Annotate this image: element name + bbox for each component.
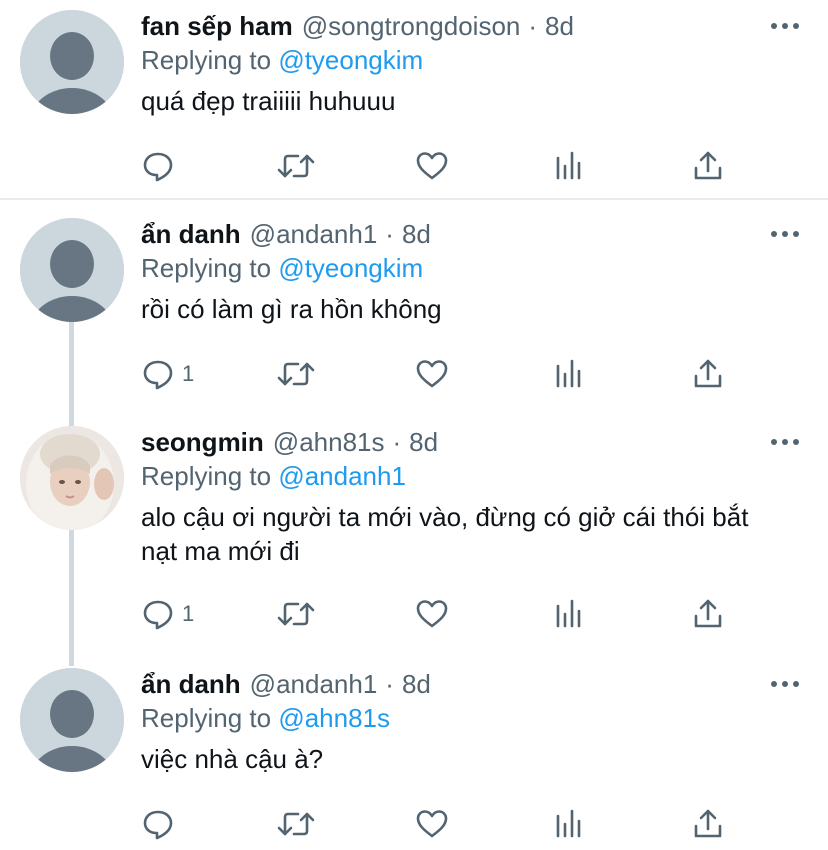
analytics-icon	[556, 599, 581, 628]
retweet-icon	[277, 154, 315, 178]
like-button[interactable]	[414, 356, 450, 392]
analytics-button[interactable]	[552, 806, 584, 842]
separator-dot: ·	[528, 11, 538, 41]
reply-button[interactable]	[140, 148, 182, 184]
tweet[interactable]: ẩn danh @andanh1 · 8d Replying to @ahn81…	[0, 666, 828, 850]
tweet-header: fan sếp ham @songtrongdoison · 8d	[141, 8, 574, 44]
avatar-photo[interactable]	[20, 426, 124, 530]
tweet-text: alo cậu ơi người ta mới vào, đừng có giở…	[141, 502, 749, 566]
like-icon	[416, 810, 448, 838]
replying-to-label: Replying to	[141, 461, 272, 491]
share-button[interactable]	[690, 806, 726, 842]
tweet-actions: 1	[140, 596, 740, 632]
more-icon[interactable]	[770, 22, 800, 30]
share-icon	[694, 809, 722, 838]
retweet-button[interactable]	[276, 356, 316, 392]
analytics-button[interactable]	[552, 356, 584, 392]
replying-to-label: Replying to	[141, 703, 272, 733]
tweet-text: việc nhà cậu à?	[141, 744, 324, 774]
reply-button[interactable]: 1	[140, 356, 194, 392]
analytics-icon	[556, 809, 581, 838]
like-icon	[416, 152, 448, 180]
replying-to-line: Replying to @andanh1	[141, 458, 406, 494]
like-icon	[416, 360, 448, 388]
user-handle[interactable]: @ahn81s	[273, 424, 385, 460]
replying-to-line: Replying to @tyeongkim	[141, 42, 423, 78]
share-icon	[694, 359, 722, 388]
like-button[interactable]	[414, 806, 450, 842]
display-name[interactable]: seongmin	[141, 424, 264, 460]
mention-link[interactable]: @andanh1	[278, 461, 406, 491]
tweet-header: ẩn danh @andanh1 · 8d	[141, 666, 431, 702]
display-name[interactable]: ẩn danh	[141, 666, 241, 702]
mention-link[interactable]: @ahn81s	[278, 703, 390, 733]
more-icon[interactable]	[770, 230, 800, 238]
like-icon	[416, 600, 448, 628]
timestamp[interactable]: 8d	[402, 666, 431, 702]
reply-count: 1	[182, 601, 195, 626]
timestamp[interactable]: 8d	[545, 8, 574, 44]
more-icon[interactable]	[770, 438, 800, 446]
user-handle[interactable]: @songtrongdoison	[302, 8, 521, 44]
replying-to-label: Replying to	[141, 45, 272, 75]
replying-to-line: Replying to @tyeongkim	[141, 250, 423, 286]
reply-icon	[143, 600, 173, 630]
like-button[interactable]	[414, 148, 450, 184]
share-button[interactable]	[690, 356, 726, 392]
like-button[interactable]	[414, 596, 450, 632]
reply-icon	[143, 152, 173, 182]
tweet[interactable]: fan sếp ham @songtrongdoison · 8d Replyi…	[0, 8, 828, 198]
retweet-button[interactable]	[276, 148, 316, 184]
tweet-actions	[140, 806, 740, 842]
separator-dot: ·	[385, 669, 394, 699]
more-icon[interactable]	[770, 680, 800, 688]
reply-count: 1	[182, 361, 195, 386]
tweet-text: rồi có làm gì ra hồn không	[141, 294, 442, 324]
separator-dot: ·	[392, 427, 402, 457]
tweet-divider	[0, 198, 828, 200]
tweet[interactable]: seongmin @ahn81s · 8d Replying to @andan…	[0, 424, 828, 646]
share-button[interactable]	[690, 596, 726, 632]
display-name[interactable]: ẩn danh	[141, 216, 241, 252]
retweet-button[interactable]	[276, 596, 316, 632]
tweet[interactable]: ẩn danh @andanh1 · 8d Replying to @tyeon…	[0, 216, 828, 406]
separator-dot: ·	[385, 219, 394, 249]
analytics-button[interactable]	[552, 596, 584, 632]
tweet-actions	[140, 148, 740, 184]
timestamp[interactable]: 8d	[402, 216, 431, 252]
avatar-default[interactable]	[20, 668, 124, 772]
retweet-icon	[277, 602, 315, 626]
reply-button[interactable]: 1	[140, 596, 194, 632]
display-name[interactable]: fan sếp ham	[141, 8, 293, 44]
analytics-button[interactable]	[552, 148, 584, 184]
tweet-actions: 1	[140, 356, 740, 392]
tweet-header: seongmin @ahn81s · 8d	[141, 424, 438, 460]
retweet-icon	[277, 812, 315, 836]
replying-to-label: Replying to	[141, 253, 272, 283]
user-handle[interactable]: @andanh1	[250, 216, 378, 252]
reply-icon	[143, 810, 173, 840]
reply-icon	[143, 360, 173, 390]
tweet-text: quá đẹp traiiiii huhuuu	[141, 86, 396, 116]
timestamp[interactable]: 8d	[409, 424, 438, 460]
reply-button[interactable]	[140, 806, 182, 842]
analytics-icon	[556, 359, 581, 388]
share-button[interactable]	[690, 148, 726, 184]
retweet-icon	[277, 362, 315, 386]
analytics-icon	[556, 151, 581, 180]
user-handle[interactable]: @andanh1	[250, 666, 378, 702]
avatar-default[interactable]	[20, 218, 124, 322]
share-icon	[694, 599, 722, 628]
tweet-header: ẩn danh @andanh1 · 8d	[141, 216, 431, 252]
replying-to-line: Replying to @ahn81s	[141, 700, 390, 736]
mention-link[interactable]: @tyeongkim	[278, 45, 423, 75]
avatar-default[interactable]	[20, 10, 124, 114]
mention-link[interactable]: @tyeongkim	[278, 253, 423, 283]
retweet-button[interactable]	[276, 806, 316, 842]
share-icon	[694, 151, 722, 180]
